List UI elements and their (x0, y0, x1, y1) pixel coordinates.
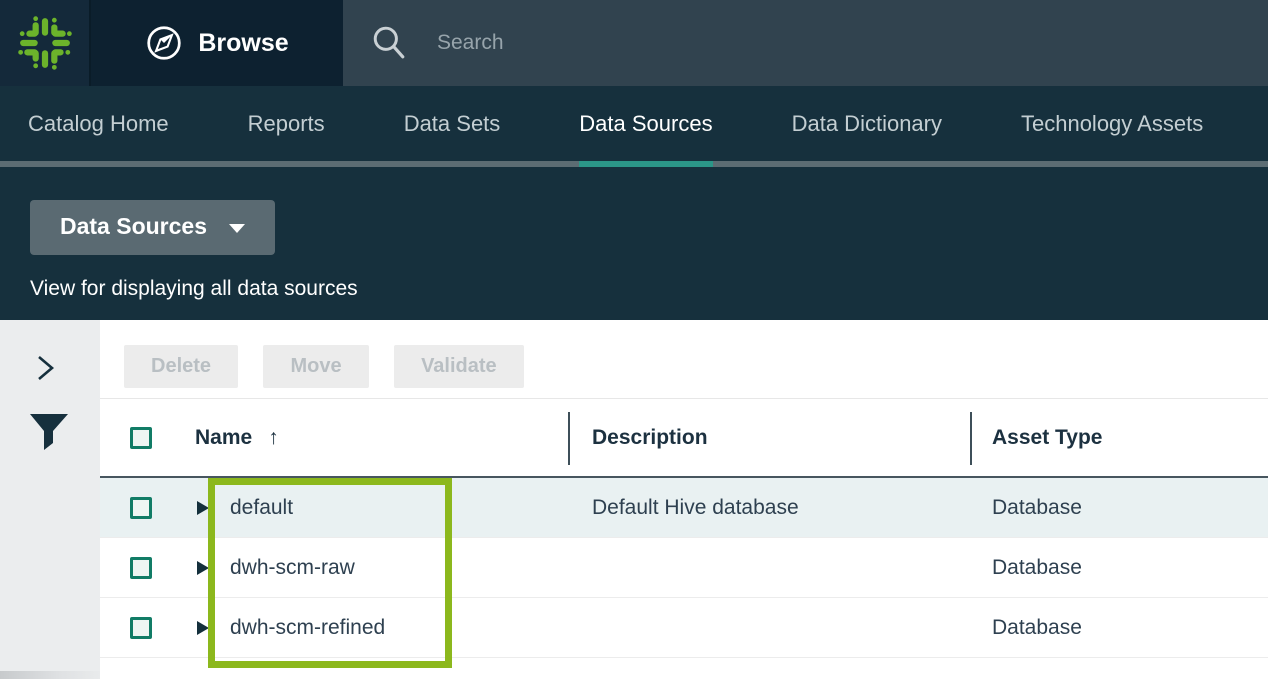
filter-sidebar (0, 320, 100, 679)
table-row[interactable]: default Default Hive database Database (100, 478, 1268, 538)
table-header-row: Name ↑ Description Asset Type (100, 399, 1268, 478)
cell-name[interactable]: default (230, 496, 568, 520)
app-logo[interactable] (0, 0, 91, 86)
browse-label: Browse (198, 29, 288, 58)
column-header-asset-type[interactable]: Asset Type (970, 426, 1268, 450)
column-header-name[interactable]: Name ↑ (195, 426, 568, 450)
tab-data-dictionary[interactable]: Data Dictionary (792, 86, 942, 161)
row-checkbox[interactable] (130, 497, 152, 519)
cell-name[interactable]: dwh-scm-raw (230, 556, 568, 580)
column-divider (568, 412, 570, 465)
row-checkbox[interactable] (130, 557, 152, 579)
tab-data-sets[interactable]: Data Sets (404, 86, 501, 161)
chevron-down-icon (229, 224, 245, 233)
search-icon (371, 25, 407, 61)
expand-row-icon[interactable] (197, 561, 209, 575)
cell-description: Default Hive database (568, 496, 970, 520)
horizontal-scrollbar-thumb[interactable] (0, 671, 100, 679)
cell-asset-type: Database (970, 556, 1268, 580)
cell-asset-type: Database (970, 616, 1268, 640)
sort-ascending-icon: ↑ (268, 426, 279, 450)
column-header-description[interactable]: Description (568, 426, 970, 450)
top-bar: Browse (0, 0, 1268, 86)
view-description: View for displaying all data sources (30, 277, 1268, 301)
delete-button[interactable]: Delete (124, 345, 238, 388)
chevron-right-icon (34, 352, 58, 384)
cell-name[interactable]: dwh-scm-refined (230, 616, 568, 640)
data-sources-panel: Delete Move Validate Name ↑ Description … (100, 320, 1268, 679)
brand-logo-icon (17, 15, 73, 71)
sidebar-expand-button[interactable] (34, 352, 58, 389)
content-area: Delete Move Validate Name ↑ Description … (0, 320, 1268, 679)
table-row[interactable]: dwh-scm-raw Database (100, 538, 1268, 598)
view-header-band: Data Sources View for displaying all dat… (0, 167, 1268, 320)
tab-technology-assets[interactable]: Technology Assets (1021, 86, 1203, 161)
column-divider (970, 412, 972, 465)
tab-data-sources[interactable]: Data Sources (579, 86, 712, 161)
cell-asset-type: Database (970, 496, 1268, 520)
filter-funnel-icon (27, 412, 71, 452)
row-checkbox[interactable] (130, 617, 152, 639)
compass-icon (145, 24, 183, 62)
view-selector-dropdown[interactable]: Data Sources (30, 200, 275, 255)
view-selector-label: Data Sources (60, 213, 207, 240)
browse-section[interactable]: Browse (91, 0, 343, 86)
table-row[interactable]: dwh-scm-refined Database (100, 598, 1268, 658)
tab-catalog-home[interactable]: Catalog Home (28, 86, 169, 161)
move-button[interactable]: Move (263, 345, 368, 388)
bulk-actions-toolbar: Delete Move Validate (100, 320, 1268, 399)
filter-button[interactable] (27, 412, 71, 457)
select-all-checkbox[interactable] (130, 427, 152, 449)
expand-row-icon[interactable] (197, 501, 209, 515)
expand-row-icon[interactable] (197, 621, 209, 635)
validate-button[interactable]: Validate (394, 345, 524, 388)
global-search-bar[interactable] (343, 0, 1268, 86)
primary-nav: Catalog Home Reports Data Sets Data Sour… (0, 86, 1268, 167)
tab-reports[interactable]: Reports (248, 86, 325, 161)
search-input[interactable] (437, 31, 1037, 55)
